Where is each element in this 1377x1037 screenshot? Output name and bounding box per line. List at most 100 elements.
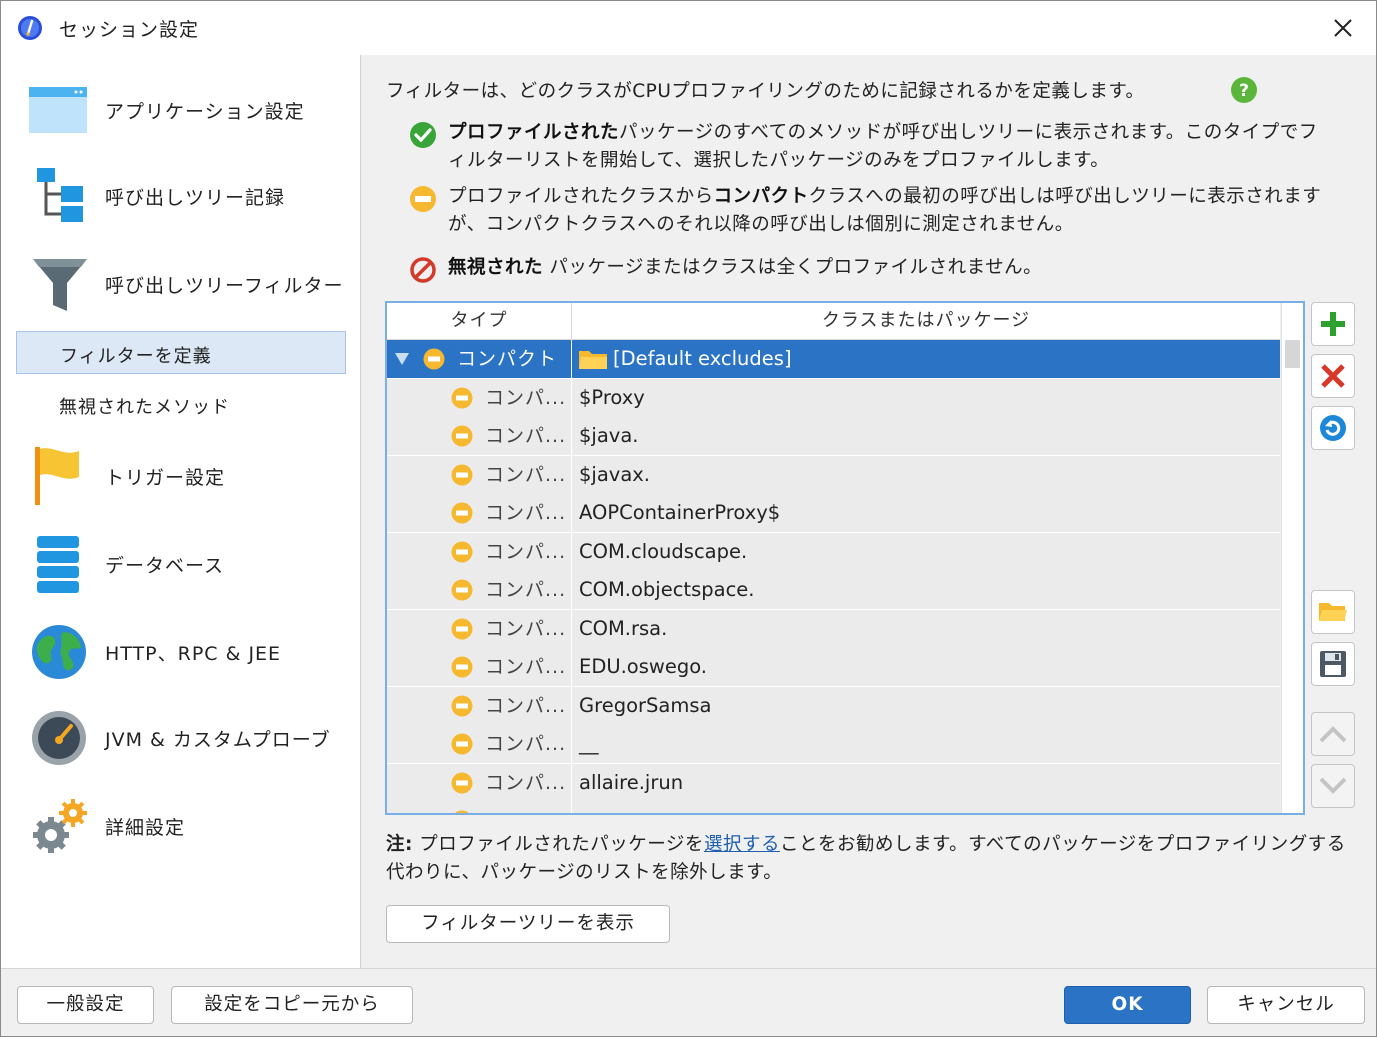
column-header-type[interactable]: タイプ: [387, 303, 571, 339]
column-header-class-or-package[interactable]: クラスまたはパッケージ: [572, 303, 1280, 339]
class-cell: COM.objectspace.: [579, 578, 755, 601]
move-up-button[interactable]: [1311, 712, 1355, 756]
general-settings-button[interactable]: 一般設定: [17, 986, 154, 1024]
type-label: コンパ...: [485, 502, 567, 524]
prohibited-icon: [410, 257, 436, 283]
footer: 一般設定 設定をコピー元から OK キャンセル: [1, 968, 1376, 1036]
table-row-partial[interactable]: [387, 802, 1280, 813]
ok-button[interactable]: OK: [1064, 986, 1191, 1024]
class-cell: COM.cloudscape.: [579, 539, 748, 563]
table-row[interactable]: コンパ... __: [387, 725, 1280, 764]
compact-icon: [451, 425, 473, 447]
copy-settings-button[interactable]: 設定をコピー元から: [171, 986, 413, 1024]
check-circle-icon: [410, 122, 436, 148]
sidebar-item-label: 呼び出しツリーフィルター: [105, 275, 344, 297]
table-row-group[interactable]: コンパクト [Default excludes]: [387, 340, 1280, 379]
sidebar-item-http-rpc-jee[interactable]: HTTP、RPC & JEE: [1, 621, 360, 683]
title-bar: セッション設定: [1, 1, 1376, 55]
sidebar-item-databases[interactable]: データベース: [1, 533, 360, 595]
save-filters-button[interactable]: [1311, 642, 1355, 686]
save-icon: [1320, 651, 1346, 677]
type-cell: コンパ...: [387, 648, 572, 686]
compact-icon: [410, 186, 436, 212]
window-title: セッション設定: [59, 19, 200, 41]
sidebar-subitem-ignored-methods[interactable]: 無視されたメソッド: [16, 383, 346, 426]
sidebar-item-call-tree-recording[interactable]: 呼び出しツリー記録: [1, 165, 360, 227]
filter-table[interactable]: タイプ クラスまたはパッケージ コンパクト [Default excludes]…: [385, 301, 1305, 815]
reset-filter-button[interactable]: [1311, 406, 1355, 450]
open-filters-button[interactable]: [1311, 590, 1355, 634]
table-row[interactable]: コンパ... COM.rsa.: [387, 609, 1280, 649]
sidebar: アプリケーション設定 呼び出しツリー記録 呼び出しツリーフィルター フィルターを…: [1, 55, 361, 968]
sidebar-item-label: 詳細設定: [105, 817, 186, 839]
type-cell: コンパ...: [387, 571, 572, 609]
chevron-down-icon: [1319, 777, 1347, 794]
legend-ignored: 無視された パッケージまたはクラスは全くプロファイルされません。: [409, 254, 1329, 284]
type-label: コンパ...: [485, 617, 567, 640]
table-row[interactable]: コンパ... GregorSamsa: [387, 686, 1280, 726]
table-row[interactable]: コンパ... $Proxy: [387, 378, 1280, 418]
plus-icon: [1321, 312, 1345, 336]
help-icon[interactable]: ?: [1231, 77, 1257, 103]
type-cell: コンパ...: [387, 417, 572, 455]
cancel-button[interactable]: キャンセル: [1207, 986, 1365, 1024]
type-label: コンパ...: [485, 463, 567, 486]
gauge-icon: [32, 711, 86, 765]
type-label: コンパクト: [457, 348, 558, 370]
flag-icon: [35, 447, 79, 505]
sidebar-item-label: アプリケーション設定: [105, 101, 305, 123]
class-cell: $javax.: [579, 462, 651, 486]
show-filter-tree-button[interactable]: フィルターツリーを表示: [386, 905, 670, 943]
sidebar-item-label: JVM & カスタムプローブ: [105, 729, 331, 751]
compact-icon: [455, 810, 469, 813]
sidebar-item-trigger-settings[interactable]: トリガー設定: [1, 445, 360, 507]
sidebar-item-label: トリガー設定: [105, 467, 226, 489]
class-cell: EDU.oswego.: [579, 655, 708, 678]
database-icon: [37, 536, 79, 593]
table-row[interactable]: コンパ... EDU.oswego.: [387, 648, 1280, 687]
scrollbar-thumb[interactable]: [1285, 340, 1300, 368]
tree-icon: [37, 168, 83, 222]
compact-icon: [451, 387, 473, 408]
type-cell: [387, 802, 572, 813]
table-row[interactable]: コンパ... $javax.: [387, 455, 1280, 495]
table-row[interactable]: コンパ... AOPContainerProxy$: [387, 494, 1280, 533]
remove-filter-button[interactable]: [1311, 354, 1355, 398]
sidebar-item-call-tree-filters[interactable]: 呼び出しツリーフィルター: [1, 253, 360, 315]
type-label: コンパ...: [485, 694, 567, 717]
sidebar-subitem-label: 無視されたメソッド: [59, 397, 230, 418]
vertical-scrollbar[interactable]: [1281, 303, 1303, 813]
sidebar-subitem-define-filters[interactable]: フィルターを定義: [16, 331, 346, 374]
table-row[interactable]: コンパ... COM.objectspace.: [387, 571, 1280, 610]
legend-profiled: プロファイルされたパッケージのすべてのメソッドが呼び出しツリーに表示されます。こ…: [409, 119, 1329, 177]
class-cell: GregorSamsa: [579, 693, 712, 717]
session-settings-dialog: セッション設定 アプリケーション設定 呼び出しツリー記録 呼び出しツリーフィルタ…: [0, 0, 1377, 1037]
revert-icon: [1320, 415, 1346, 441]
compact-icon: [451, 618, 473, 639]
table-row[interactable]: コンパ... COM.cloudscape.: [387, 532, 1280, 572]
note-text: 注: プロファイルされたパッケージを選択することをお勧めします。すべてのパッケー…: [386, 834, 1346, 883]
sidebar-item-advanced-settings[interactable]: 詳細設定: [1, 795, 360, 857]
sidebar-subitem-label: フィルターを定義: [60, 346, 212, 367]
select-packages-link[interactable]: 選択する: [704, 834, 780, 855]
compact-icon: [451, 579, 473, 601]
sidebar-item-application-settings[interactable]: アプリケーション設定: [1, 79, 360, 139]
globe-icon: [32, 625, 86, 679]
expand-triangle-icon[interactable]: [395, 353, 409, 365]
app-window-icon: [29, 87, 87, 133]
class-cell: allaire.jrun: [579, 770, 684, 794]
compact-icon: [451, 541, 473, 562]
class-cell: AOPContainerProxy$: [579, 501, 781, 524]
chevron-up-icon: [1319, 726, 1347, 743]
close-button[interactable]: [1323, 9, 1363, 47]
table-row[interactable]: コンパ... $java.: [387, 417, 1280, 456]
table-row[interactable]: コンパ... allaire.jrun: [387, 763, 1280, 803]
move-down-button[interactable]: [1311, 764, 1355, 808]
type-label: コンパ...: [485, 386, 567, 409]
class-name: [Default excludes]: [613, 347, 792, 370]
add-filter-button[interactable]: [1311, 302, 1355, 346]
folder-icon: [579, 351, 607, 369]
class-cell: $Proxy: [579, 385, 645, 409]
type-cell: コンパ...: [387, 532, 572, 571]
sidebar-item-jvm-custom-probes[interactable]: JVM & カスタムプローブ: [1, 707, 360, 769]
